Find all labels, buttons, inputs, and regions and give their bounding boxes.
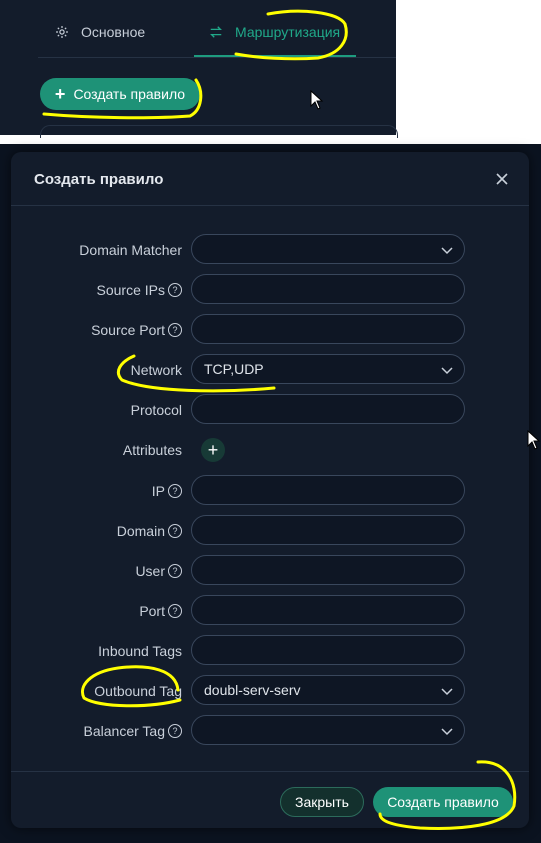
route-icon [208,24,224,40]
row-network: Network TCP,UDP [11,354,529,386]
modal-header-divider [11,205,529,206]
tab-basic-label: Основное [81,24,146,40]
source-port-input[interactable] [191,314,465,344]
help-icon[interactable]: ? [168,524,182,538]
create-rule-submit-button[interactable]: Создать правило [373,787,513,817]
row-source-ips: Source IPs? [11,274,529,306]
balancer-tag-label: Balancer Tag? [84,715,182,747]
gear-icon [54,24,70,40]
modal-footer-divider [11,771,529,772]
domain-matcher-select[interactable] [191,234,465,264]
row-user: User? [11,555,529,587]
protocol-label: Protocol [130,402,182,418]
row-port: Port? [11,595,529,627]
help-icon[interactable]: ? [168,724,182,738]
tab-basic[interactable]: Основное [54,24,145,40]
tabs-divider [38,57,396,58]
tabs-bar: Основное Маршрутизация [0,0,396,58]
chevron-down-icon [441,247,453,255]
port-label: Port? [139,595,182,627]
create-rule-button[interactable]: + Создать правило [40,78,200,110]
user-input[interactable] [191,555,465,585]
balancer-tag-select[interactable] [191,715,465,745]
inbound-tags-input[interactable] [191,635,465,665]
outbound-tag-select[interactable]: doubl-serv-serv [191,675,465,705]
help-icon[interactable]: ? [168,323,182,337]
modal-title: Создать правило [34,171,164,188]
row-balancer-tag: Balancer Tag? [11,715,529,747]
port-input[interactable] [191,595,465,625]
add-attribute-button[interactable]: + [201,438,225,462]
domain-input[interactable] [191,515,465,545]
network-label: Network [130,362,182,378]
outbound-tag-value: doubl-serv-serv [204,682,301,698]
chevron-down-icon [441,367,453,375]
network-select[interactable]: TCP,UDP [191,354,465,384]
help-icon[interactable]: ? [168,604,182,618]
ip-label: IP? [152,475,182,507]
row-domain-matcher: Domain Matcher [11,234,529,266]
inbound-tags-label: Inbound Tags [98,643,182,659]
help-icon[interactable]: ? [168,564,182,578]
mouse-cursor-icon [310,90,324,110]
tab-routing[interactable]: Маршрутизация [208,24,340,40]
outbound-tag-label: Outbound Tag [94,683,182,699]
row-source-port: Source Port? [11,314,529,346]
row-outbound-tag: Outbound Tag doubl-serv-serv [11,675,529,707]
row-attributes: Attributes + [11,434,529,466]
network-value: TCP,UDP [204,361,264,377]
chevron-down-icon [441,688,453,696]
source-ips-label: Source IPs? [97,274,182,306]
row-inbound-tags: Inbound Tags [11,635,529,667]
create-rule-label: Создать правило [73,86,186,102]
domain-matcher-label: Domain Matcher [79,242,182,258]
source-port-label: Source Port? [91,314,182,346]
ip-input[interactable] [191,475,465,505]
attributes-label: Attributes [122,442,182,458]
row-protocol: Protocol [11,394,529,426]
row-ip: IP? [11,475,529,507]
plus-icon: + [207,439,219,460]
protocol-input[interactable] [191,394,465,424]
close-button[interactable]: Закрыть [280,787,364,817]
domain-label: Domain? [117,515,182,547]
mouse-cursor-icon [527,430,541,450]
help-icon[interactable]: ? [168,283,182,297]
plus-icon: + [54,83,66,104]
chevron-down-icon [441,728,453,736]
routing-page-snippet: Основное Маршрутизация + Создать правило [0,0,398,138]
rules-card-edge [40,125,398,138]
close-icon[interactable] [493,170,511,188]
create-rule-modal: Создать правило Domain Matcher Source IP… [11,152,529,828]
source-ips-input[interactable] [191,274,465,304]
row-domain: Domain? [11,515,529,547]
tab-routing-label: Маршрутизация [235,24,341,40]
user-label: User? [135,555,182,587]
help-icon[interactable]: ? [168,484,182,498]
